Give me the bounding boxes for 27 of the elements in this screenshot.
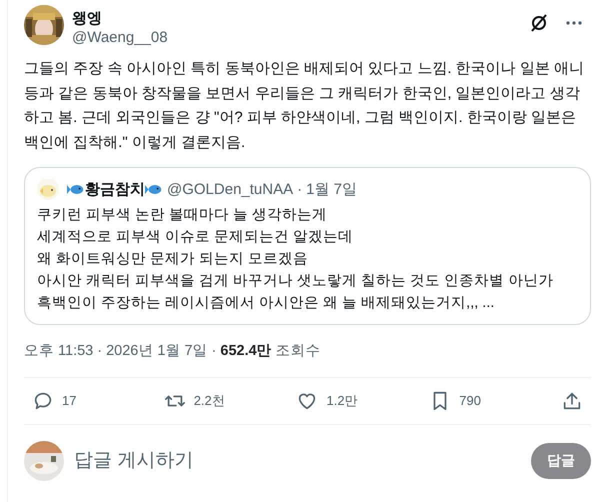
quoted-text-line: 아시안 캐릭터 피부색을 검게 바꾸거나 샛노랗게 칠하는 것도 인종차별 아닌가	[37, 272, 554, 291]
more-icon[interactable]	[565, 20, 583, 26]
post-text: 그들의 주장 속 아시아인 특히 동북아인은 배제되어 있다고 느낌. 한국이나 일본 애니 등과 같은 동북아 창작물을 보면서 우리들은 그 캐릭터가 한국인, 일본인이라고 생각하고 봄. 근데 외국인들은 걍 "어? 피부 하얀색이네, 그럼 백인이지. 한국이랑 일본은 백인에 집착해." 이렇게 결론지음.	[24, 59, 586, 152]
quoted-text-line: 세계적으로 피부색 이슈로 문제되는건 알겠는데	[37, 228, 354, 247]
reply-button[interactable]: 17	[32, 390, 92, 412]
views-label: 조회수	[276, 342, 321, 361]
repost-button[interactable]: 2.2천	[164, 390, 225, 412]
quoted-date: 1월 7일	[306, 180, 357, 198]
quoted-author-handle: @GOLDen_tuNAA	[167, 180, 294, 198]
separator: ·	[297, 180, 302, 198]
separator: ·	[97, 342, 102, 361]
like-button[interactable]: 1.2만	[296, 390, 358, 412]
quoted-author-name: 황금참치	[85, 180, 145, 198]
author-handle[interactable]: @Waeng__08	[72, 28, 168, 47]
slashed-circle-icon[interactable]	[529, 13, 549, 33]
separator: ·	[212, 342, 216, 361]
fish-icon	[67, 182, 85, 196]
quoted-text-line: 쿠키런 피부색 논란 볼때마다 늘 생각하는게	[37, 206, 328, 225]
quoted-text-line: 흑백인이 주장하는 레이시즘에서 아시안은 왜 늘 배제돼있는거지,,, ...	[37, 294, 496, 313]
post-time[interactable]: 오후 11:53	[24, 341, 94, 363]
bookmark-button[interactable]: 790	[429, 390, 490, 412]
post-date[interactable]: 2026년 1월 7일	[106, 341, 208, 363]
author-name[interactable]: 왱엥	[72, 9, 168, 28]
fish-icon	[145, 182, 163, 196]
quoted-text-line: 왜 화이트워싱만 문제가 되는지 모르겠음	[37, 250, 310, 269]
quoted-post[interactable]: 황금참치 @GOLDen_tuNAA · 1월 7일 쿠키런 피부색 논란 볼때마다 늘 생각하는게 세계적으로 피부색 이슈로 문제되는건 알겠는데 왜 화이트워싱만 문제가 되는지 모르겠음 아시안 캐릭터 피부색을 검게 바꾸거나 샛노랗게 칠하는 것도 인종차별 아닌가 흑백인이 주장하는 레이시즘에서 아시안은 왜 늘 배제돼있는거지,,, ...	[24, 167, 591, 325]
view-count: 652.4만	[220, 342, 272, 361]
